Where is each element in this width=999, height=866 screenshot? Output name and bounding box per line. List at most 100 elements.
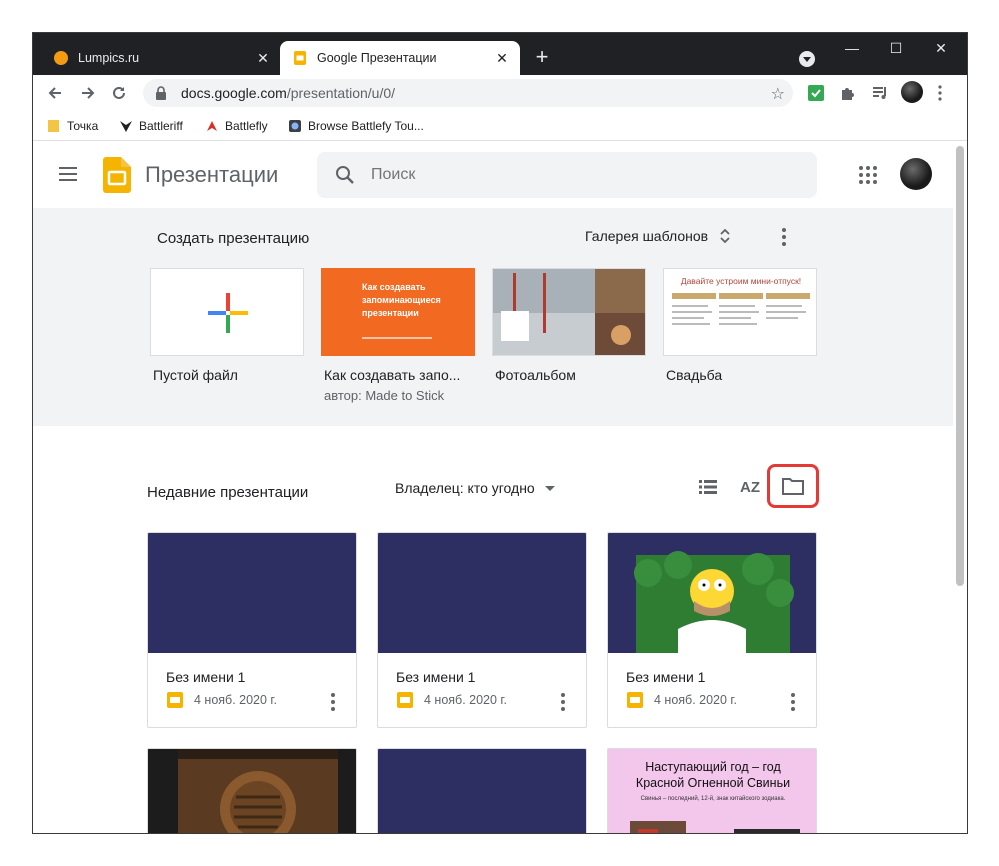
folder-icon <box>782 478 804 495</box>
sort-label: AZ <box>740 478 760 496</box>
new-tab-button[interactable]: + <box>531 46 553 69</box>
slide-preview <box>378 749 586 833</box>
address-bar[interactable]: docs.google.com/presentation/u/0/ ☆ <box>143 79 793 107</box>
slide-preview <box>608 533 816 653</box>
presentation-card[interactable]: Без имени 1 4 нояб. 2020 г. <box>147 532 357 728</box>
folder-icon <box>47 119 61 133</box>
template-wedding[interactable]: Давайте устроим мини-отпуск! Свадьба <box>663 268 817 383</box>
tab-lumpics[interactable]: Lumpics.ru ✕ <box>41 41 281 75</box>
bookmark-battlefy[interactable]: Browse Battlefy Tou... <box>288 117 424 135</box>
back-icon[interactable] <box>43 81 67 105</box>
browser-menu-icon[interactable] <box>937 85 943 103</box>
template-photo-album[interactable]: Фотоальбом <box>492 268 646 383</box>
profile-avatar[interactable] <box>901 81 923 103</box>
cartoon-character-image <box>634 551 794 653</box>
search-input[interactable] <box>371 166 771 184</box>
tab-google-slides[interactable]: Google Презентации ✕ <box>280 41 520 75</box>
browser-toolbar: docs.google.com/presentation/u/0/ ☆ <box>33 75 967 111</box>
presentation-date: 4 нояб. 2020 г. <box>654 693 737 707</box>
sort-az-button[interactable]: AZ <box>735 472 765 502</box>
more-options-icon[interactable] <box>560 693 566 713</box>
slide-preview <box>148 749 356 833</box>
account-avatar[interactable] <box>900 158 932 190</box>
media-queue-icon[interactable] <box>871 84 889 102</box>
lock-icon[interactable] <box>155 86 169 100</box>
app-header: Презентации <box>33 142 953 208</box>
slides-file-icon <box>626 691 644 709</box>
thumb-text: Как создавать запоминающиеся презентации <box>362 282 441 318</box>
slide-preview <box>378 533 586 653</box>
bookmark-label: Точка <box>67 119 99 133</box>
search-icon[interactable] <box>335 165 355 185</box>
google-apps-icon[interactable] <box>859 166 877 184</box>
template-thumbnail[interactable]: Давайте устроим мини-отпуск! <box>663 268 817 356</box>
open-file-picker-button[interactable] <box>767 464 819 508</box>
slides-logo-icon[interactable] <box>103 157 131 193</box>
bookmark-label: Battleriff <box>139 119 183 133</box>
app-title: Презентации <box>145 162 279 187</box>
slide-photos-image <box>630 821 800 833</box>
slides-file-icon <box>166 691 184 709</box>
checkmark-extension-icon[interactable] <box>807 84 825 102</box>
slide-preview: Наступающий год – год Красной Огненной С… <box>608 749 816 833</box>
more-options-icon[interactable] <box>330 693 336 713</box>
tab-title: Google Презентации <box>317 51 437 65</box>
more-options-icon[interactable] <box>781 228 787 248</box>
tab-strip: Lumpics.ru ✕ Google Презентации ✕ + — ☐ … <box>33 33 967 75</box>
presentation-card[interactable] <box>147 748 357 833</box>
colorful-plus-icon <box>208 293 248 333</box>
slides-file-icon <box>396 691 414 709</box>
bookmark-tochka[interactable]: Точка <box>47 117 98 135</box>
puzzle-extension-icon[interactable] <box>839 84 857 102</box>
bookmark-star-icon[interactable]: ☆ <box>771 84 785 104</box>
expand-collapse-icon <box>720 228 730 244</box>
template-gallery: Создать презентацию Галерея шаблонов Пус… <box>33 208 953 426</box>
game-screenshot-image <box>148 749 356 833</box>
gallery-label: Галерея шаблонов <box>585 228 709 244</box>
slides-icon <box>292 50 308 66</box>
presentation-meta: 4 нояб. 2020 г. <box>626 691 737 709</box>
orange-circle-icon <box>53 50 69 66</box>
reload-icon[interactable] <box>107 81 131 105</box>
recent-heading: Недавние презентации <box>147 484 309 501</box>
template-blank[interactable]: Пустой файл <box>150 268 304 383</box>
template-thumbnail[interactable] <box>492 268 646 356</box>
list-view-button[interactable] <box>693 472 723 502</box>
more-options-icon[interactable] <box>790 693 796 713</box>
window-close-icon[interactable]: ✕ <box>926 37 956 59</box>
page-scrollbar[interactable] <box>956 146 964 586</box>
presentation-meta: 4 нояб. 2020 г. <box>166 691 277 709</box>
presentation-card[interactable] <box>377 748 587 833</box>
search-bar[interactable] <box>317 152 817 198</box>
close-icon[interactable]: ✕ <box>494 50 510 66</box>
battlefly-icon <box>205 119 219 133</box>
bookmarks-bar: Точка Battleriff Battlefly Browse Battle… <box>33 111 967 141</box>
list-view-icon <box>699 480 717 494</box>
bookmark-label: Browse Battlefy Tou... <box>308 119 424 133</box>
battlefy-icon <box>288 119 302 133</box>
template-thumbnail[interactable]: Как создавать запоминающиеся презентации <box>321 268 475 356</box>
template-gallery-toggle[interactable]: Галерея шаблонов <box>585 228 730 244</box>
minimize-icon[interactable]: — <box>837 37 867 59</box>
presentation-card[interactable]: Без имени 1 4 нояб. 2020 г. <box>377 532 587 728</box>
tab-search-icon[interactable] <box>799 51 815 67</box>
maximize-icon[interactable]: ☐ <box>881 37 911 59</box>
template-name: Пустой файл <box>153 367 238 383</box>
template-made-to-stick[interactable]: Как создавать запоминающиеся презентации… <box>321 268 475 403</box>
presentation-title: Без имени 1 <box>626 669 706 685</box>
bookmark-label: Battlefly <box>225 119 268 133</box>
presentation-card[interactable]: Наступающий год – год Красной Огненной С… <box>607 748 817 833</box>
close-icon[interactable]: ✕ <box>255 50 271 66</box>
owner-filter-label: Владелец: кто угодно <box>395 480 535 496</box>
template-thumbnail[interactable] <box>150 268 304 356</box>
bookmark-battlefly[interactable]: Battlefly <box>205 117 268 135</box>
slide-preview <box>148 533 356 653</box>
slides-home-page: Презентации Создать презентацию Галерея … <box>33 142 967 833</box>
bookmark-battleriff[interactable]: Battleriff <box>119 117 183 135</box>
main-menu-icon[interactable] <box>59 167 77 181</box>
presentation-meta: 4 нояб. 2020 г. <box>396 691 507 709</box>
forward-icon[interactable] <box>76 81 100 105</box>
owner-filter-dropdown[interactable]: Владелец: кто угодно <box>395 480 555 496</box>
presentation-card[interactable]: Без имени 1 4 нояб. 2020 г. <box>607 532 817 728</box>
url-path: /presentation/u/0/ <box>286 85 396 101</box>
